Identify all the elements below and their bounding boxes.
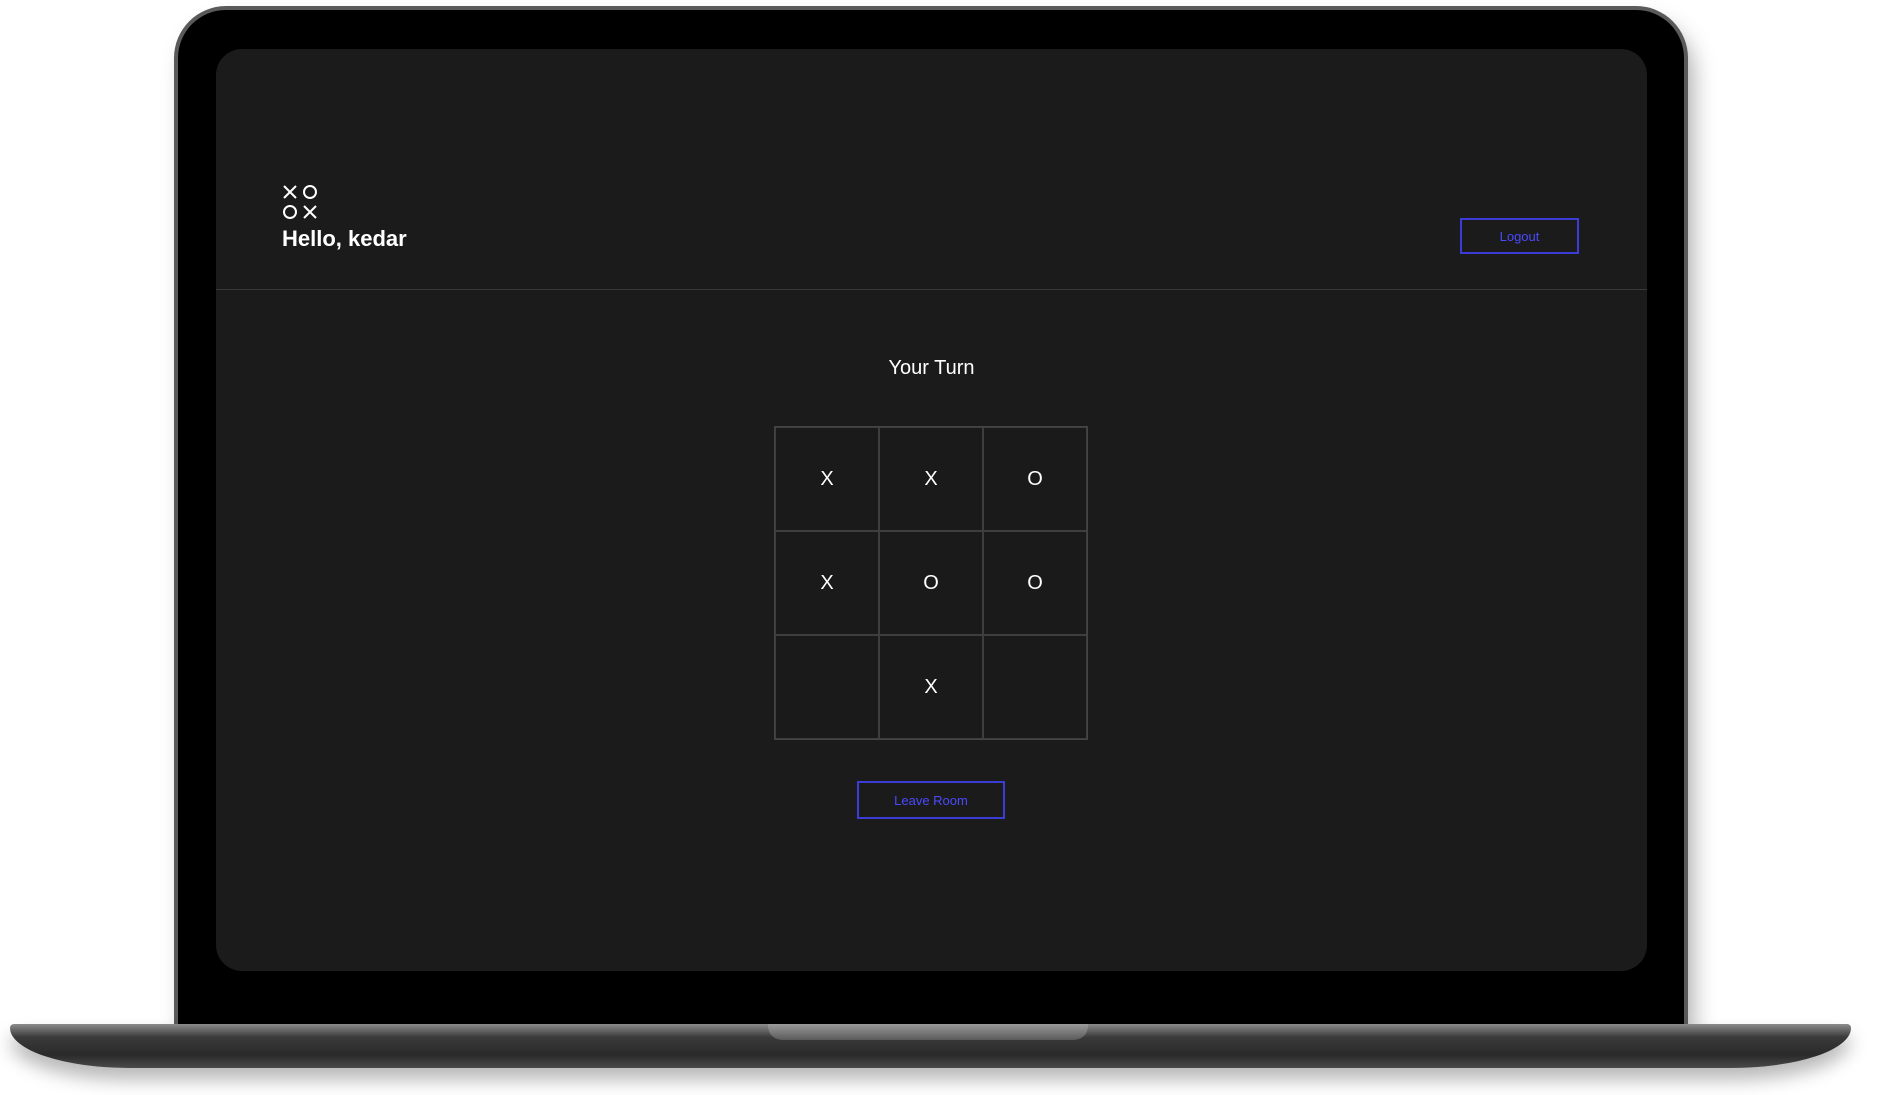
turn-status: Your Turn: [888, 357, 975, 379]
app-screen: Hello, kedar Logout Your Turn X X O X O …: [216, 49, 1647, 971]
board-cell-8[interactable]: X: [879, 635, 983, 739]
board-cell-7[interactable]: [775, 635, 879, 739]
tic-tac-toe-board: X X O X O O X: [774, 426, 1088, 740]
laptop-hinge-notch: [768, 1024, 1088, 1040]
xo-logo-icon: [283, 185, 317, 219]
board-cell-3[interactable]: O: [983, 427, 1087, 531]
greeting-text: Hello, kedar: [282, 226, 407, 251]
board-cell-5[interactable]: O: [879, 531, 983, 635]
board-cell-4[interactable]: X: [775, 531, 879, 635]
app-header: Hello, kedar Logout: [216, 49, 1647, 290]
board-cell-6[interactable]: O: [983, 531, 1087, 635]
board-cell-2[interactable]: X: [879, 427, 983, 531]
board-cell-1[interactable]: X: [775, 427, 879, 531]
board-cell-9[interactable]: [983, 635, 1087, 739]
leave-room-button[interactable]: Leave Room: [857, 781, 1005, 819]
logout-button[interactable]: Logout: [1460, 218, 1579, 254]
